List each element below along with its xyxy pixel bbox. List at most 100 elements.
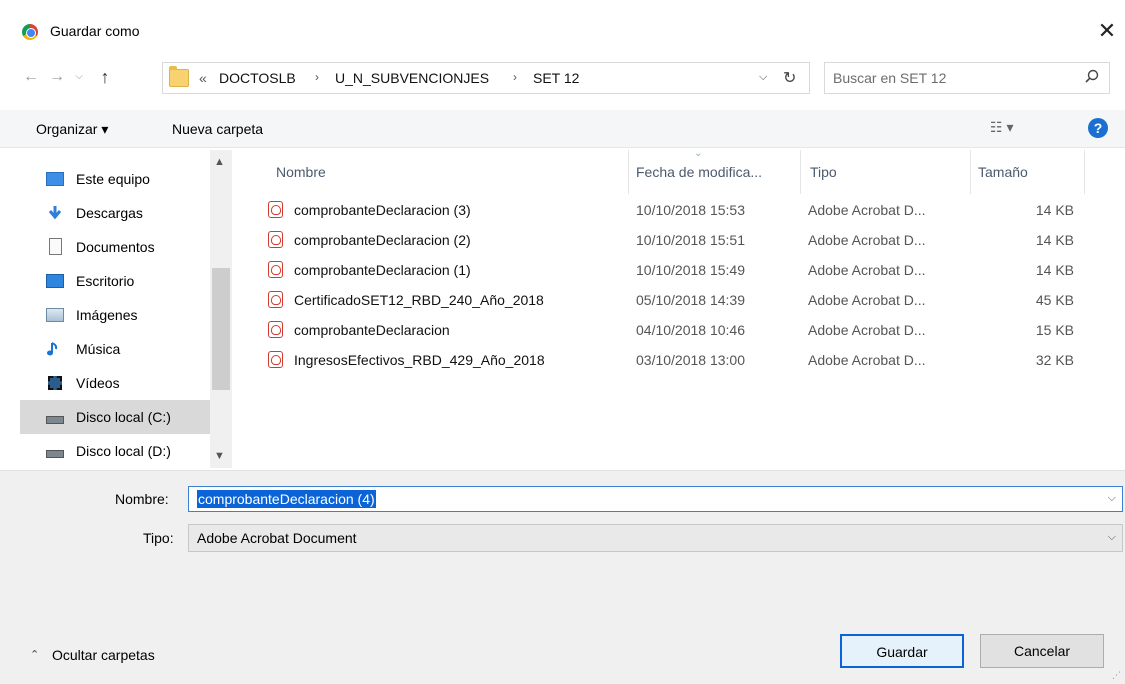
column-divider[interactable]: [1084, 150, 1085, 194]
column-header-name[interactable]: Nombre: [276, 150, 326, 194]
table-row[interactable]: CertificadoSET12_RBD_240_Año_2018 05/10/…: [258, 285, 1088, 315]
hide-folders-button[interactable]: Ocultar carpetas: [52, 647, 155, 663]
sidebar-scrollbar-thumb[interactable]: [212, 268, 230, 390]
sidebar-item-label: Documentos: [76, 239, 155, 255]
sidebar-item-documentos[interactable]: Documentos: [20, 230, 210, 264]
search-input[interactable]: [833, 67, 1063, 89]
chrome-icon: [22, 24, 38, 40]
sidebar-item-label: Vídeos: [76, 375, 120, 391]
file-type: Adobe Acrobat D...: [808, 232, 926, 248]
column-header-date[interactable]: Fecha de modifica...: [636, 150, 762, 194]
title-bar: [0, 0, 1125, 44]
file-type: Adobe Acrobat D...: [808, 262, 926, 278]
search-box[interactable]: [824, 62, 1110, 94]
filetype-select-value: Adobe Acrobat Document: [197, 530, 357, 546]
sidebar-item-label: Disco local (D:): [76, 443, 171, 459]
file-name: comprobanteDeclaracion (2): [294, 232, 471, 248]
navigation-pane: Este equipo Descargas Documentos Escrito…: [20, 150, 232, 468]
file-type: Adobe Acrobat D...: [808, 322, 926, 338]
filetype-select[interactable]: Adobe Acrobat Document ⌵: [188, 524, 1123, 552]
file-type: Adobe Acrobat D...: [808, 202, 926, 218]
column-divider[interactable]: [800, 150, 801, 194]
column-header-type[interactable]: Tipo: [810, 150, 837, 194]
back-button[interactable]: ←: [20, 64, 42, 90]
chevron-down-icon[interactable]: ⌵: [1108, 531, 1116, 544]
file-date: 04/10/2018 10:46: [636, 322, 745, 338]
sidebar-item-imagenes[interactable]: Imágenes: [20, 298, 210, 332]
pdf-icon: [268, 291, 283, 308]
table-row[interactable]: IngresosEfectivos_RBD_429_Año_2018 03/10…: [258, 345, 1088, 375]
chevron-up-icon[interactable]: ⌃: [30, 648, 39, 661]
sidebar-item-videos[interactable]: Vídeos: [20, 366, 210, 400]
file-name: comprobanteDeclaracion (1): [294, 262, 471, 278]
resize-grip-icon[interactable]: ⋰: [1112, 670, 1121, 681]
column-divider[interactable]: [970, 150, 971, 194]
music-icon: [47, 342, 58, 356]
pdf-icon: [268, 321, 283, 338]
new-folder-button[interactable]: Nueva carpeta: [172, 121, 263, 137]
scroll-down-icon[interactable]: ▼: [214, 450, 225, 462]
sidebar-item-label: Este equipo: [76, 171, 150, 187]
address-dropdown-icon[interactable]: ⌵: [759, 71, 767, 84]
cancel-button[interactable]: Cancelar: [980, 634, 1104, 668]
sidebar-item-descargas[interactable]: Descargas: [20, 196, 210, 230]
file-date: 10/10/2018 15:53: [636, 202, 745, 218]
file-list: ⌄ Nombre Fecha de modifica... Tipo Tamañ…: [258, 148, 1088, 468]
forward-button[interactable]: →: [46, 64, 68, 90]
drive-icon: [46, 416, 64, 424]
file-date: 10/10/2018 15:51: [636, 232, 745, 248]
file-date: 10/10/2018 15:49: [636, 262, 745, 278]
search-icon[interactable]: [1085, 69, 1099, 83]
filename-input-value[interactable]: comprobanteDeclaracion (4): [197, 490, 376, 508]
sidebar-item-este-equipo[interactable]: Este equipo: [20, 162, 210, 196]
computer-icon: [46, 172, 64, 186]
file-name: IngresosEfectivos_RBD_429_Año_2018: [294, 352, 545, 368]
file-size: 14 KB: [1035, 262, 1074, 278]
up-button[interactable]: ↑: [94, 64, 116, 90]
pdf-icon: [268, 261, 283, 278]
breadcrumb-subvenciones[interactable]: U_N_SUBVENCIONJES: [335, 70, 489, 86]
desktop-icon: [46, 274, 64, 288]
refresh-icon[interactable]: ↻: [783, 68, 796, 88]
breadcrumb-separator[interactable]: ›: [315, 70, 319, 84]
file-name: CertificadoSET12_RBD_240_Año_2018: [294, 292, 544, 308]
scroll-up-icon[interactable]: ▲: [214, 156, 225, 168]
toolbar: Organizar ▾ Nueva carpeta ☷ ▾ ?: [0, 110, 1125, 148]
chevron-down-icon[interactable]: ⌵: [1108, 492, 1116, 505]
download-icon: [48, 206, 62, 220]
breadcrumb-separator[interactable]: ›: [513, 70, 517, 84]
recent-locations-button[interactable]: ⌵: [72, 64, 86, 90]
pictures-icon: [46, 308, 64, 322]
pdf-icon: [268, 201, 283, 218]
view-options-button[interactable]: ☷ ▾: [990, 119, 1013, 136]
file-size: 14 KB: [1035, 232, 1074, 248]
close-button[interactable]: ✕: [1092, 18, 1122, 44]
table-row[interactable]: comprobanteDeclaracion (1) 10/10/2018 15…: [258, 255, 1088, 285]
table-row[interactable]: comprobanteDeclaracion (3) 10/10/2018 15…: [258, 195, 1088, 225]
filetype-label: Tipo:: [143, 530, 174, 546]
breadcrumb-set12[interactable]: SET 12: [533, 70, 579, 86]
save-button[interactable]: Guardar: [840, 634, 964, 668]
table-row[interactable]: comprobanteDeclaracion 04/10/2018 10:46 …: [258, 315, 1088, 345]
help-icon[interactable]: ?: [1088, 118, 1108, 138]
sidebar-item-musica[interactable]: Música: [20, 332, 210, 366]
pdf-icon: [268, 351, 283, 368]
sidebar-item-disco-d[interactable]: Disco local (D:): [20, 434, 210, 468]
organize-button[interactable]: Organizar ▾: [36, 121, 108, 138]
file-size: 14 KB: [1035, 202, 1074, 218]
file-name: comprobanteDeclaracion: [294, 322, 450, 338]
sidebar-item-escritorio[interactable]: Escritorio: [20, 264, 210, 298]
filename-label: Nombre:: [115, 491, 169, 507]
address-bar[interactable]: « DOCTOSLB › U_N_SUBVENCIONJES › SET 12 …: [162, 62, 810, 94]
column-header-size[interactable]: Tamaño: [978, 150, 1028, 194]
videos-icon: [48, 376, 62, 390]
breadcrumb-doctoslb[interactable]: DOCTOSLB: [219, 70, 296, 86]
sidebar-item-label: Música: [76, 341, 121, 357]
column-divider[interactable]: [628, 150, 629, 194]
file-date: 03/10/2018 13:00: [636, 352, 745, 368]
window-title: Guardar como: [50, 23, 140, 39]
sidebar-item-disco-c[interactable]: Disco local (C:): [20, 400, 210, 434]
breadcrumb-overflow[interactable]: «: [199, 70, 207, 86]
filename-input[interactable]: comprobanteDeclaracion (4) ⌵: [188, 486, 1123, 512]
table-row[interactable]: comprobanteDeclaracion (2) 10/10/2018 15…: [258, 225, 1088, 255]
